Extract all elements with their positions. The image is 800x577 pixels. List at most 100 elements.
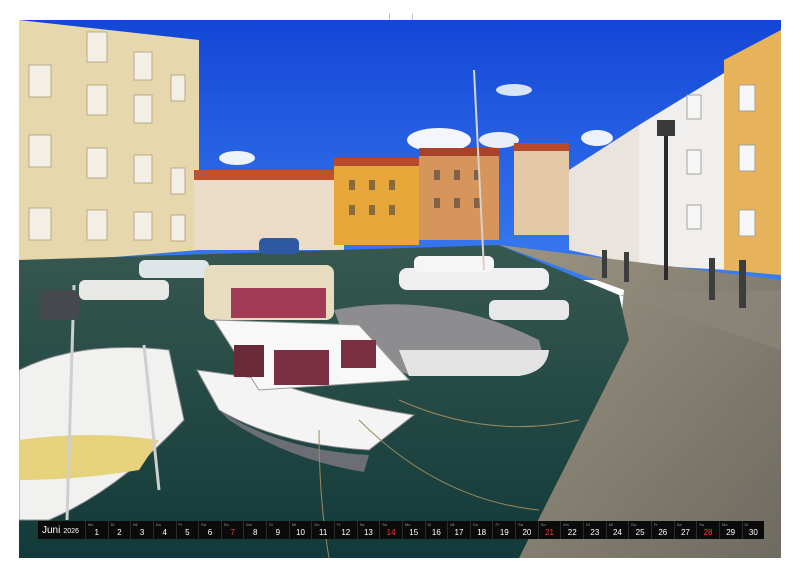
day-number: 11 bbox=[319, 528, 328, 537]
day-cell: Mo 8 bbox=[243, 521, 266, 539]
calendar-strip: Juni 2026 Mo 1 Di 2 Mi 3 Do 4 Fr 5 Sa 6 So 7 Mo 8 Di 9 Mi 10… bbox=[38, 521, 764, 539]
building-orange bbox=[419, 150, 499, 240]
outboard-motor bbox=[39, 290, 79, 320]
cloud bbox=[581, 130, 613, 146]
day-number: 3 bbox=[139, 528, 145, 537]
day-cell: Do 25 bbox=[628, 521, 651, 539]
day-number: 7 bbox=[230, 528, 235, 537]
day-cell: Di 30 bbox=[741, 521, 765, 539]
weekday-label: Mi bbox=[450, 522, 455, 527]
day-number: 27 bbox=[680, 528, 690, 537]
day-number: 14 bbox=[386, 528, 396, 537]
day-cell: Sa 13 bbox=[356, 521, 380, 539]
day-number: 23 bbox=[590, 528, 600, 537]
weekday-label: Sa bbox=[518, 522, 524, 527]
day-cell: Sa 20 bbox=[515, 521, 538, 539]
day-cell: Mi 24 bbox=[605, 521, 629, 539]
weekday-label: Mo bbox=[563, 522, 569, 527]
day-number: 5 bbox=[185, 528, 190, 537]
weekday-label: So bbox=[223, 522, 229, 527]
weekday-label: Mi bbox=[133, 522, 138, 527]
street-lamp bbox=[664, 130, 668, 280]
day-cells: Mo 1 Di 2 Mi 3 Do 4 Fr 5 Sa 6 So 7 Mo 8 Di 9 Mi 10 Do 11 Fr 12 S… bbox=[84, 521, 765, 539]
day-cell: Di 9 bbox=[266, 521, 289, 539]
day-number: 26 bbox=[658, 528, 668, 537]
cloud bbox=[479, 132, 519, 148]
day-number: 10 bbox=[296, 528, 305, 537]
day-cell: So 7 bbox=[220, 521, 244, 539]
day-cell: Sa 27 bbox=[673, 521, 697, 539]
weekday-label: Sa bbox=[676, 522, 682, 527]
weekday-label: Mi bbox=[291, 522, 296, 527]
weekday-label: Sa bbox=[359, 522, 365, 527]
day-number: 24 bbox=[613, 528, 622, 537]
cloud bbox=[496, 84, 532, 96]
day-number: 22 bbox=[567, 528, 577, 537]
weekday-label: Fr bbox=[495, 522, 500, 527]
harbor-scene-illustration bbox=[19, 20, 781, 558]
month-name: Juni bbox=[42, 524, 61, 536]
weekday-label: Fr bbox=[653, 522, 658, 527]
day-number: 12 bbox=[341, 528, 351, 537]
weekday-label: So bbox=[382, 522, 388, 527]
weekday-label: Do bbox=[314, 522, 320, 527]
weekday-label: Sa bbox=[201, 522, 207, 527]
weekday-label: Di bbox=[110, 522, 115, 527]
day-cell: Fr 5 bbox=[175, 521, 199, 539]
day-cell: So 21 bbox=[537, 521, 561, 539]
day-cell: Do 11 bbox=[311, 521, 334, 539]
day-cell: Fr 26 bbox=[650, 521, 674, 539]
day-cell: Do 18 bbox=[469, 521, 493, 539]
weekday-label: Mo bbox=[721, 522, 728, 527]
day-number: 20 bbox=[522, 528, 532, 537]
building-yellow bbox=[334, 160, 419, 245]
weekday-label: Di bbox=[269, 522, 273, 527]
weekday-label: Do bbox=[472, 522, 478, 527]
day-number: 16 bbox=[431, 528, 441, 537]
day-number: 29 bbox=[726, 528, 736, 537]
day-number: 21 bbox=[545, 528, 555, 537]
day-cell: Mo 1 bbox=[84, 521, 108, 539]
day-cell: So 28 bbox=[696, 521, 719, 539]
day-number: 8 bbox=[253, 528, 258, 537]
weekday-label: Fr bbox=[178, 522, 183, 527]
weekday-label: Di bbox=[427, 522, 432, 527]
day-number: 1 bbox=[94, 528, 99, 537]
day-number: 18 bbox=[477, 528, 487, 537]
day-number: 19 bbox=[499, 528, 509, 537]
weekday-label: Mo bbox=[404, 522, 411, 527]
day-cell: Mo 22 bbox=[560, 521, 583, 539]
day-cell: Di 23 bbox=[583, 521, 606, 539]
weekday-label: Fr bbox=[336, 522, 341, 527]
weekday-label: Mi bbox=[608, 522, 613, 527]
day-cell: Fr 12 bbox=[333, 521, 357, 539]
weekday-label: Do bbox=[631, 522, 637, 527]
day-cell: Di 2 bbox=[107, 521, 131, 539]
year-label: 2026 bbox=[63, 527, 79, 535]
day-cell: Sa 6 bbox=[198, 521, 221, 539]
weekday-label: Di bbox=[744, 522, 749, 527]
day-cell: Do 4 bbox=[152, 521, 176, 539]
day-number: 13 bbox=[363, 528, 373, 537]
weekday-label: Mo bbox=[246, 522, 252, 527]
day-cell: Mi 10 bbox=[288, 521, 312, 539]
day-number: 4 bbox=[162, 528, 167, 537]
day-cell: Mi 17 bbox=[447, 521, 470, 539]
weekday-label: So bbox=[699, 522, 705, 527]
weekday-label: Do bbox=[155, 522, 161, 527]
day-number: 25 bbox=[635, 528, 645, 537]
day-number: 9 bbox=[275, 528, 281, 537]
month-label: Juni 2026 bbox=[38, 525, 85, 536]
day-number: 28 bbox=[703, 528, 713, 537]
day-cell: So 14 bbox=[379, 521, 402, 539]
harbor-photo bbox=[19, 20, 781, 558]
weekday-label: So bbox=[540, 522, 546, 527]
day-number: 2 bbox=[117, 528, 122, 537]
day-number: 6 bbox=[207, 528, 213, 537]
cloud bbox=[219, 151, 255, 165]
building-beige bbox=[514, 145, 569, 235]
weekday-label: Di bbox=[586, 522, 590, 527]
day-cell: Di 16 bbox=[424, 521, 448, 539]
day-number: 30 bbox=[748, 528, 758, 537]
day-cell: Mo 15 bbox=[401, 521, 425, 539]
